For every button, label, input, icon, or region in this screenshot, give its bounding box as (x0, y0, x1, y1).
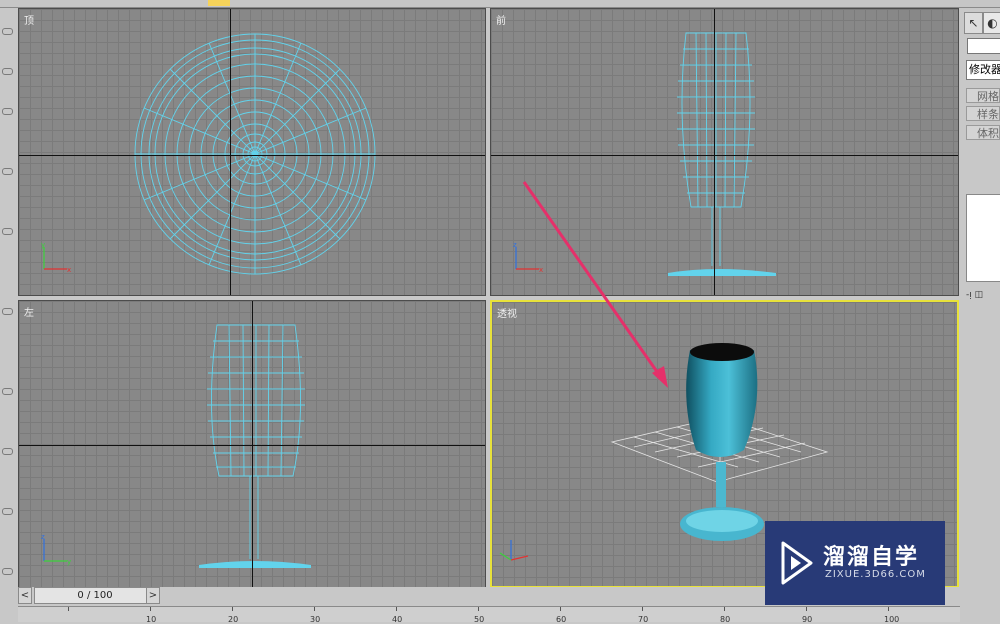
tool-icon[interactable] (2, 568, 13, 575)
selected-toolbar-field[interactable] (208, 0, 230, 6)
viewport-top[interactable]: 顶 y x (18, 8, 486, 296)
axis-gizmo-icon: y x (41, 241, 71, 274)
create-tab-icon[interactable]: ↖ (964, 12, 983, 34)
prev-frame-button[interactable]: < (18, 587, 32, 604)
svg-text:y: y (67, 558, 71, 566)
modifier-button-mesh[interactable]: 网格编辑 (966, 88, 1000, 103)
left-toolbar (0, 8, 14, 608)
modifier-button-spline[interactable]: 样条线编辑 (966, 106, 1000, 121)
play-logo-icon (781, 541, 813, 585)
wireglass-top-view (134, 33, 376, 275)
svg-text:x: x (539, 266, 543, 274)
track-bar-ruler[interactable]: 10 20 30 40 50 60 70 80 90 100 (18, 606, 960, 624)
tool-icon[interactable] (2, 28, 13, 35)
ruler-tick-label: 40 (392, 615, 403, 624)
tool-icon[interactable] (2, 308, 13, 315)
modifier-list-dropdown[interactable]: 修改器列表 (966, 60, 1000, 80)
tool-icon[interactable] (2, 68, 13, 75)
object-name-field[interactable] (967, 38, 1000, 54)
ruler-tick-label: 100 (884, 615, 900, 624)
modifier-button-volume[interactable]: 体积选择 (966, 125, 1000, 140)
svg-text:z: z (41, 533, 45, 541)
main-toolbar (0, 0, 1000, 8)
tool-icon[interactable] (2, 508, 13, 515)
viewport-front[interactable]: 前 z x (490, 8, 959, 296)
svg-text:y: y (41, 241, 45, 249)
ruler-tick-label: 30 (310, 615, 321, 624)
ruler-tick-label: 80 (720, 615, 731, 624)
viewport-label-front[interactable]: 前 (496, 12, 506, 27)
viewport-label-perspective[interactable]: 透视 (497, 305, 517, 320)
tool-icon[interactable] (2, 168, 13, 175)
ruler-tick-label: 70 (638, 615, 649, 624)
watermark-title: 溜溜自学 (823, 545, 920, 570)
viewport-label-top[interactable]: 顶 (24, 12, 34, 27)
watermark-logo: 溜溜自学 ZIXUE.3D66.COM (765, 521, 945, 605)
svg-text:x: x (67, 266, 71, 274)
tool-icon[interactable] (2, 228, 13, 235)
ruler-tick-label: 50 (474, 615, 485, 624)
watermark-url: ZIXUE.3D66.COM (825, 569, 926, 580)
time-slider[interactable]: 0 / 100 (34, 587, 156, 604)
tool-icon[interactable] (2, 388, 13, 395)
stack-controls[interactable]: -ᴉ ◫ (966, 288, 1000, 302)
viewport-left[interactable]: 左 z y (18, 300, 486, 588)
ruler-tick-label: 20 (228, 615, 239, 624)
axis-gizmo-icon (499, 540, 529, 561)
svg-text:z: z (513, 241, 517, 249)
ruler-tick-label: 60 (556, 615, 567, 624)
ruler-tick-label: 90 (802, 615, 813, 624)
next-frame-button[interactable]: > (146, 587, 160, 604)
tool-icon[interactable] (2, 108, 13, 115)
modify-tab-icon[interactable]: ◐ (983, 12, 1000, 34)
axis-gizmo-icon: z x (513, 241, 543, 274)
tool-icon[interactable] (2, 448, 13, 455)
ruler-tick-label: 10 (146, 615, 157, 624)
modifier-stack[interactable] (966, 194, 1000, 282)
command-panel: ↖ ◐ 修改器列表 网格编辑 样条线编辑 体积选择 -ᴉ ◫ (962, 8, 1000, 608)
wireglass-front-view (668, 32, 776, 276)
axis-gizmo-icon: z y (41, 533, 71, 566)
viewport-label-left[interactable]: 左 (24, 304, 34, 319)
